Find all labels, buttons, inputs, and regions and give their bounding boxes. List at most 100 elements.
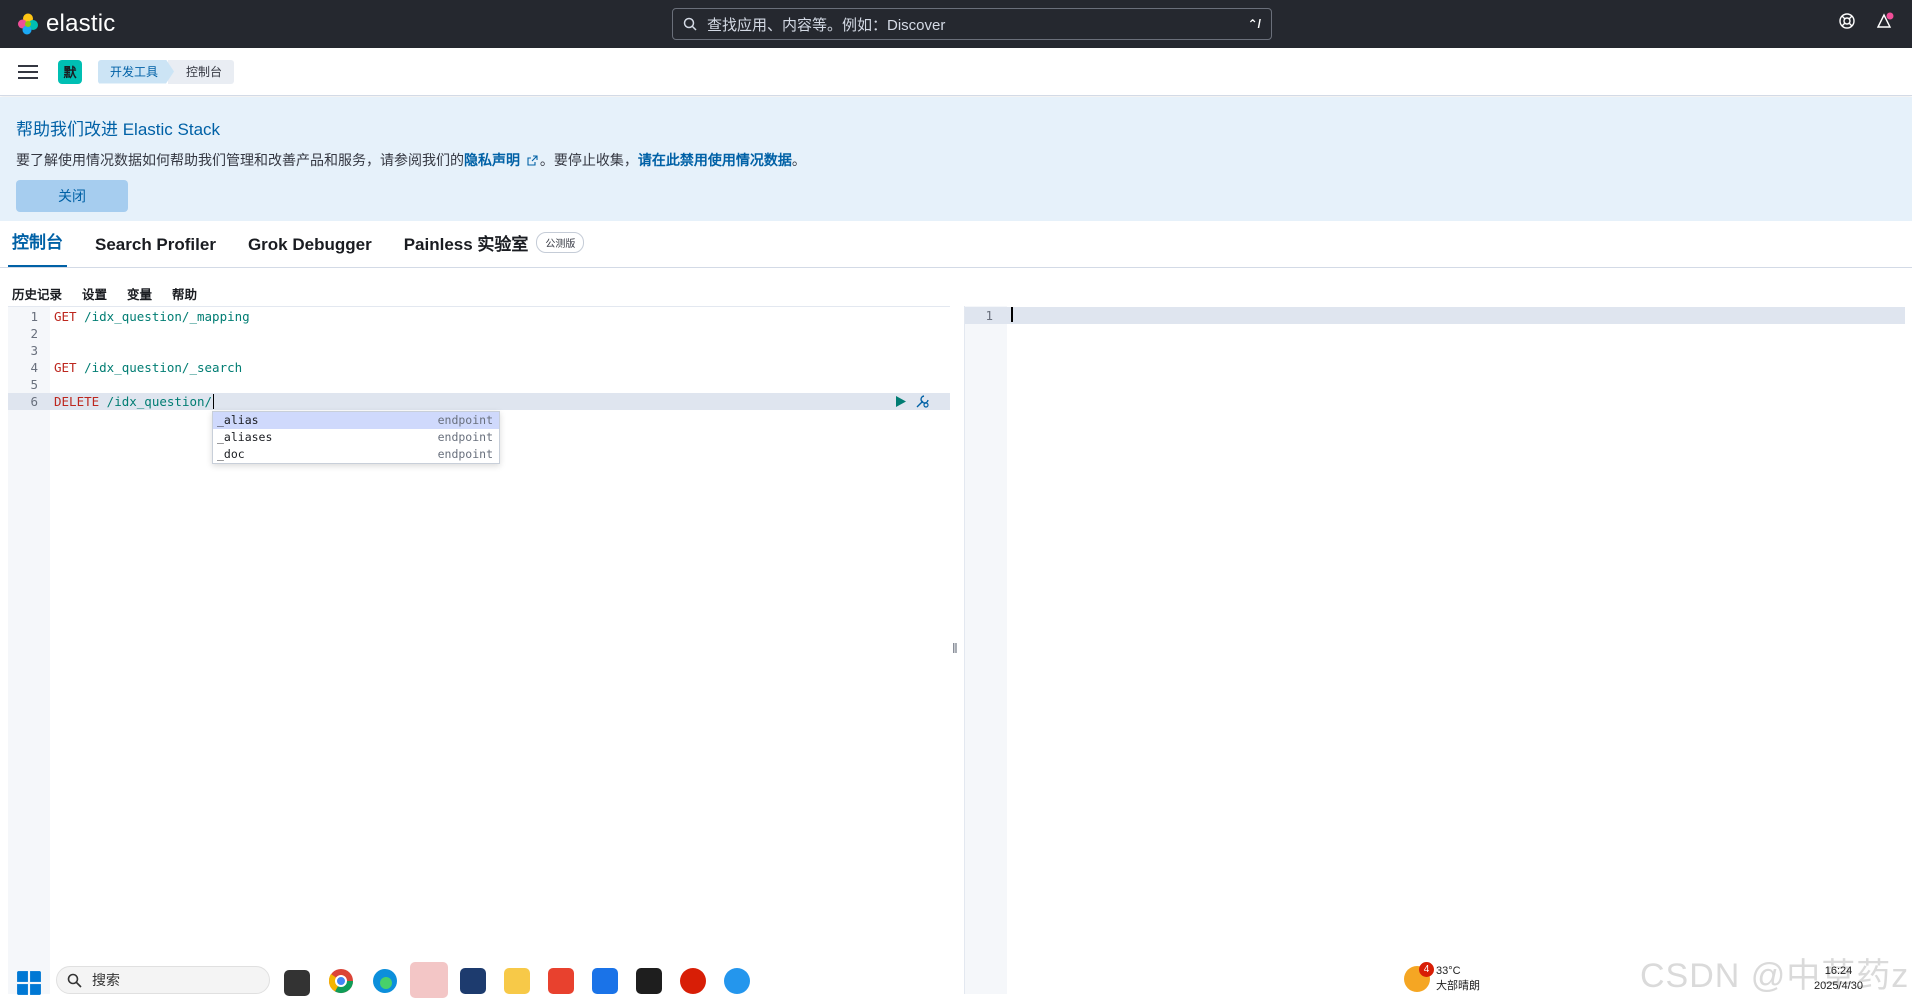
callout-text: 要了解使用情况数据如何帮助我们管理和改善产品和服务，请参阅我们的 xyxy=(16,152,464,168)
clock-time: 16:24 xyxy=(1824,965,1853,977)
request-path: /idx_question/_mapping xyxy=(76,309,250,324)
taskbar-search[interactable]: 搜索 xyxy=(56,966,270,994)
output-caret xyxy=(1011,307,1013,322)
editor-line[interactable]: 1 GET /idx_question/_mapping xyxy=(8,308,950,325)
weather-icon: 4 xyxy=(1404,962,1434,992)
docker-icon[interactable] xyxy=(724,968,750,994)
system-clock[interactable]: 16:24 2025/4/30 xyxy=(1814,964,1863,994)
taskbar-search-label: 搜索 xyxy=(92,972,120,988)
app-header: 默 开发工具 控制台 xyxy=(0,48,1912,96)
http-method: GET xyxy=(54,309,77,324)
line-number: 1 xyxy=(30,309,38,324)
weather-widget[interactable]: 4 33°C 大部晴朗 xyxy=(1404,962,1480,994)
global-search-input[interactable]: 查找应用、内容等。例如：Discover ⌃/ xyxy=(672,8,1272,40)
menu-variables[interactable]: 变量 xyxy=(127,284,152,303)
weather-temp: 33°C xyxy=(1436,965,1461,977)
panel-resize-handle[interactable]: ‖ xyxy=(952,640,958,656)
suggestion-type: endpoint xyxy=(437,430,493,444)
wrench-icon[interactable] xyxy=(915,394,930,409)
menu-settings[interactable]: 设置 xyxy=(82,284,107,303)
callout-text: 。 xyxy=(791,152,806,168)
search-placeholder: 查找应用、内容等。例如：Discover xyxy=(707,16,946,34)
tab-console[interactable]: 控制台 xyxy=(8,228,67,267)
help-icon[interactable] xyxy=(1838,12,1856,30)
suggestion-value: _alias xyxy=(217,413,259,427)
line-number: 1 xyxy=(985,308,993,323)
breadcrumb-console: 控制台 xyxy=(168,59,235,84)
weather-desc: 大部晴朗 xyxy=(1436,980,1480,992)
app-icon[interactable] xyxy=(460,968,486,994)
tab-painless-lab[interactable]: Painless 实验室 公测版 xyxy=(400,230,589,267)
menu-history[interactable]: 历史记录 xyxy=(12,284,62,303)
callout-text: 。要停止收集， xyxy=(539,152,638,168)
tab-grok-debugger[interactable]: Grok Debugger xyxy=(244,235,376,267)
netease-music-icon[interactable] xyxy=(680,968,706,994)
request-path: /idx_question/ xyxy=(99,394,213,409)
elastic-logo-text: elastic xyxy=(46,10,116,37)
editor-line[interactable]: 4 GET /idx_question/_search xyxy=(8,359,950,376)
external-link-icon xyxy=(527,155,538,166)
autocomplete-item[interactable]: _aliases endpoint xyxy=(213,429,499,446)
wps-icon[interactable] xyxy=(548,968,574,994)
windows-start-icon[interactable] xyxy=(16,970,42,996)
terminal-icon[interactable] xyxy=(636,968,662,994)
search-shortcut: ⌃/ xyxy=(1247,17,1261,31)
output-line: 1 xyxy=(965,307,1905,324)
http-method: DELETE xyxy=(54,394,100,409)
response-panel[interactable]: 1 xyxy=(964,306,1905,994)
console-menu: 历史记录 设置 变量 帮助 xyxy=(12,284,197,303)
wechat-icon[interactable] xyxy=(410,962,448,998)
dev-tools-tabs: 控制台 Search Profiler Grok Debugger Painle… xyxy=(0,222,1912,268)
privacy-link[interactable]: 隐私声明 xyxy=(464,152,520,168)
tab-search-profiler[interactable]: Search Profiler xyxy=(91,235,220,267)
output-gutter xyxy=(965,306,1007,994)
autocomplete-item[interactable]: _doc endpoint xyxy=(213,446,499,463)
edge-icon[interactable] xyxy=(372,968,398,994)
breadcrumb: 开发工具 控制台 xyxy=(98,59,235,84)
search-icon xyxy=(67,973,82,988)
space-avatar[interactable]: 默 xyxy=(58,59,82,84)
callout-title: 帮助我们改进 Elastic Stack xyxy=(16,120,221,139)
menu-help[interactable]: 帮助 xyxy=(172,284,197,303)
elastic-logo[interactable]: elastic xyxy=(16,10,115,38)
p-app-icon[interactable] xyxy=(592,968,618,994)
callout-body: 要了解使用情况数据如何帮助我们管理和改善产品和服务，请参阅我们的隐私声明 。要停… xyxy=(16,150,1896,170)
menu-toggle-icon[interactable] xyxy=(18,64,38,79)
editor-line-current[interactable]: 6 DELETE /idx_question/ xyxy=(8,393,950,410)
beta-badge: 公测版 xyxy=(536,232,585,253)
send-request-icon[interactable] xyxy=(895,395,907,408)
taskbar: 搜索 4 33°C 大部晴朗 16:24 2025/4/30 xyxy=(0,958,1912,1000)
weather-badge: 4 xyxy=(1419,962,1434,977)
search-icon xyxy=(683,17,697,31)
text-caret xyxy=(213,394,215,409)
chrome-icon[interactable] xyxy=(328,968,354,994)
editor-line[interactable]: 5 xyxy=(8,376,950,393)
disable-usage-link[interactable]: 请在此禁用使用情况数据 xyxy=(638,152,792,168)
editor-line[interactable]: 2 xyxy=(8,325,950,342)
news-feed-icon[interactable] xyxy=(1874,12,1894,32)
editor-line[interactable]: 3 xyxy=(8,342,950,359)
suggestion-value: _doc xyxy=(217,447,245,461)
file-explorer-icon[interactable] xyxy=(504,968,530,994)
suggestion-value: _aliases xyxy=(217,430,273,444)
request-path: /idx_question/_search xyxy=(76,360,243,375)
global-header: elastic 查找应用、内容等。例如：Discover ⌃/ xyxy=(0,0,1912,48)
close-callout-button[interactable]: 关闭 xyxy=(16,180,128,212)
autocomplete-popup: _alias endpoint _aliases endpoint _doc endp… xyxy=(212,411,500,464)
task-view-icon[interactable] xyxy=(284,970,310,996)
line-number: 6 xyxy=(30,394,38,409)
tab-label: Grok Debugger xyxy=(247,235,372,254)
tab-label: Search Profiler xyxy=(95,235,216,254)
autocomplete-item[interactable]: _alias endpoint xyxy=(213,412,499,429)
tab-label: Painless 实验室 xyxy=(403,235,529,254)
http-method: GET xyxy=(54,360,77,375)
breadcrumb-dev-tools[interactable]: 开发工具 xyxy=(98,60,174,84)
elastic-logo-icon xyxy=(18,13,38,35)
tab-label: 控制台 xyxy=(12,233,63,252)
line-number: 3 xyxy=(30,343,38,358)
request-editor[interactable]: 1 GET /idx_question/_mapping 2 3 4 GET /id… xyxy=(8,306,950,994)
line-number: 2 xyxy=(30,326,38,341)
suggestion-type: endpoint xyxy=(437,413,493,427)
clock-date: 2025/4/30 xyxy=(1814,980,1863,992)
request-actions xyxy=(895,394,930,409)
